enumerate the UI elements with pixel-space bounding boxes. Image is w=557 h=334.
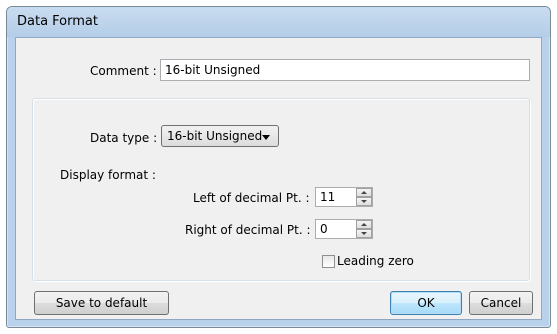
left-decimal-down-button[interactable] [356,197,372,206]
format-group-box: Data type : 16-bit Unsigned Display form… [32,98,530,281]
dialog-title: Data Format [17,14,98,29]
data-type-selected: 16-bit Unsigned [167,129,263,143]
left-decimal-label: Left of decimal Pt. : [193,191,310,205]
right-decimal-spin-buttons [356,220,372,238]
arrow-up-icon [361,191,367,194]
leading-zero-checkbox[interactable] [322,255,335,268]
left-decimal-up-button[interactable] [356,188,372,197]
right-decimal-label: Right of decimal Pt. : [185,223,311,237]
left-decimal-input[interactable] [316,188,356,206]
left-decimal-spin-buttons [356,188,372,206]
arrow-up-icon [361,223,367,226]
data-type-label: Data type : [90,131,158,145]
chevron-down-icon [262,135,270,140]
comment-label: Comment : [90,64,157,78]
save-to-default-button[interactable]: Save to default [34,291,169,315]
cancel-button[interactable]: Cancel [469,291,533,315]
leading-zero-label[interactable]: Leading zero [337,254,414,268]
right-decimal-up-button[interactable] [356,220,372,229]
right-decimal-spinner[interactable] [315,219,373,239]
title-bar[interactable]: Data Format [7,7,550,37]
display-format-label: Display format : [60,168,156,182]
data-format-dialog: Data Format Comment : Data type : 16-bit… [6,6,551,328]
arrow-down-icon [361,232,367,235]
dialog-client-area: Comment : Data type : 16-bit Unsigned Di… [15,37,542,320]
ok-button[interactable]: OK [390,291,462,315]
arrow-down-icon [361,200,367,203]
comment-input[interactable] [160,59,530,81]
left-decimal-spinner[interactable] [315,187,373,207]
right-decimal-input[interactable] [316,220,356,238]
right-decimal-down-button[interactable] [356,229,372,238]
data-type-dropdown[interactable]: 16-bit Unsigned [161,125,279,147]
